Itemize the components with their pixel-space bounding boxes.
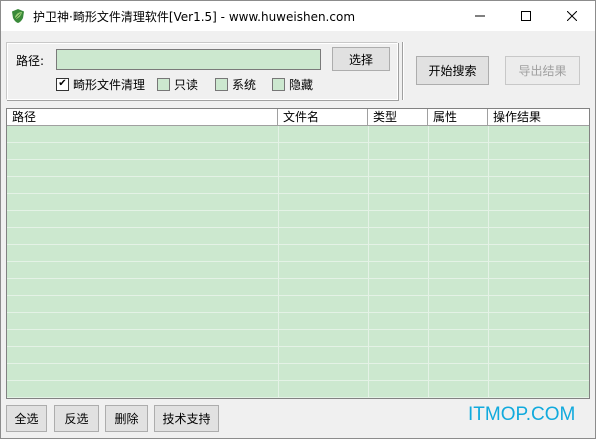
title-bar[interactable]: 护卫神·畸形文件清理软件[Ver1.5] - www.huweishen.com [1,1,595,31]
checkbox-malformed-clean[interactable]: ✔ 畸形文件清理 [56,77,146,92]
select-all-button[interactable]: 全选 [6,405,47,432]
delete-button[interactable]: 删除 [105,405,148,432]
minimize-button[interactable] [457,1,503,31]
select-folder-button[interactable]: 选择 [332,47,390,71]
tech-support-button[interactable]: 技术支持 [154,405,219,432]
panel-divider [402,42,404,100]
shield-leaf-icon [12,9,24,23]
close-icon [567,11,577,21]
path-input[interactable] [56,49,321,70]
column-divider [278,126,279,398]
checkbox-label: 只读 [174,77,199,92]
checkbox-system[interactable]: 系统 [215,77,257,92]
checkbox-unchecked-icon [215,77,228,91]
start-search-button[interactable]: 开始搜索 [416,56,489,85]
column-divider [368,126,369,398]
checkbox-unchecked-icon [272,77,285,91]
results-table[interactable]: 路径 文件名 类型 属性 操作结果 [6,108,590,399]
checkbox-readonly[interactable]: 只读 [157,77,199,92]
checkbox-checked-icon: ✔ [56,77,69,91]
export-results-button[interactable]: 导出结果 [505,56,580,85]
window-title: 护卫神·畸形文件清理软件[Ver1.5] - www.huweishen.com [33,10,356,24]
column-header-result[interactable]: 操作结果 [488,109,589,126]
app-window: 护卫神·畸形文件清理软件[Ver1.5] - www.huweishen.com… [0,0,596,439]
checkbox-hidden[interactable]: 隐藏 [272,77,314,92]
checkbox-label: 隐藏 [289,77,314,92]
maximize-icon [521,11,531,21]
checkbox-unchecked-icon [157,77,170,91]
column-header-filename[interactable]: 文件名 [278,109,368,126]
column-divider [428,126,429,398]
column-divider [488,126,489,398]
close-button[interactable] [549,1,595,31]
watermark: ITMOP.COM [468,404,576,425]
column-header-path[interactable]: 路径 [7,109,278,126]
minimize-icon [475,15,485,17]
column-header-attributes[interactable]: 属性 [428,109,488,126]
checkbox-label: 畸形文件清理 [73,77,146,92]
maximize-button[interactable] [503,1,549,31]
column-header-type[interactable]: 类型 [368,109,428,126]
table-header: 路径 文件名 类型 属性 操作结果 [7,109,589,126]
table-body[interactable] [7,126,589,398]
invert-selection-button[interactable]: 反选 [54,405,99,432]
path-label: 路径: [16,54,45,68]
checkbox-label: 系统 [232,77,257,92]
